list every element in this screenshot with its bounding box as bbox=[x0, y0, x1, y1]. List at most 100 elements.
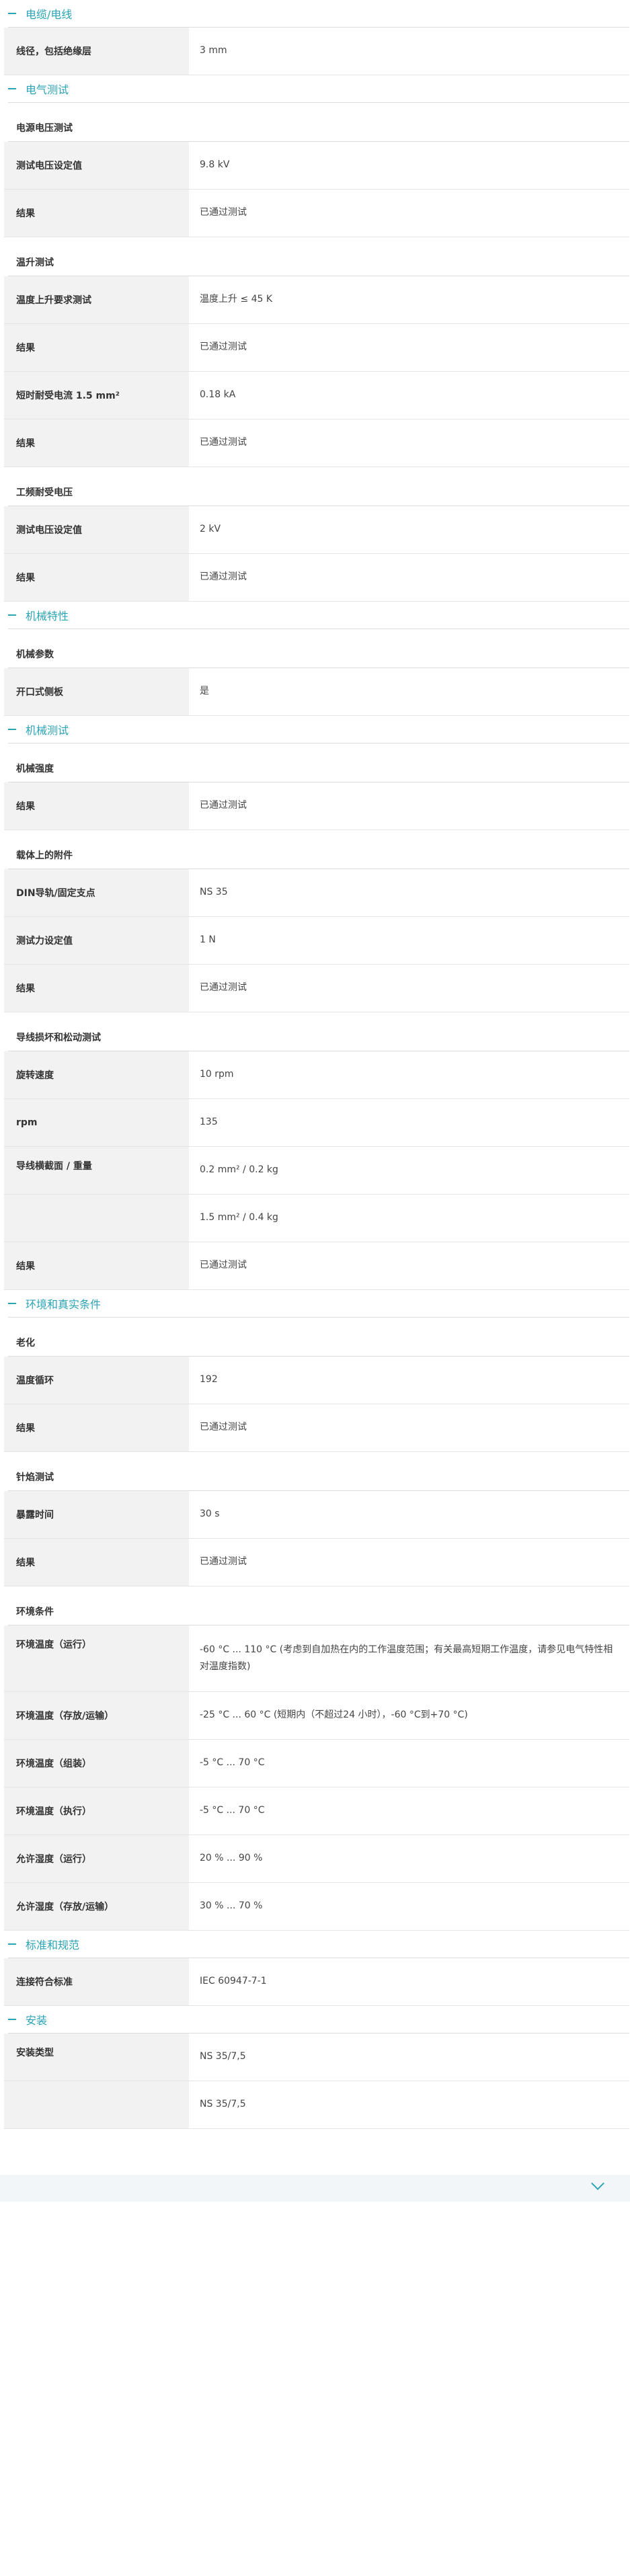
spec-value: 已通过测试 bbox=[200, 437, 247, 448]
spec-value: -5 °C ... 70 °C bbox=[200, 1805, 265, 1816]
spec-label: 旋转速度 bbox=[4, 1051, 189, 1098]
section-title: 标准和规范 bbox=[26, 1939, 80, 1951]
spec-value: 135 bbox=[200, 1117, 218, 1128]
collapse-dash-icon bbox=[8, 729, 16, 730]
spec-label: 测试电压设定值 bbox=[4, 506, 189, 553]
spec-section: 电缆/电线 线径，包括绝缘层 3 mm bbox=[4, 0, 629, 75]
spec-label: 温度循环 bbox=[4, 1357, 189, 1404]
spec-label: rpm bbox=[4, 1099, 189, 1146]
spec-value: 已通过测试 bbox=[200, 1422, 247, 1433]
spec-row: 结果 已通过测试 bbox=[4, 1242, 629, 1290]
spec-label: 结果 bbox=[4, 324, 189, 371]
spec-label bbox=[4, 2081, 189, 2128]
group-subheading: 老化 bbox=[4, 1318, 629, 1356]
group-subheading-label: 电源电压测试 bbox=[16, 123, 73, 134]
spec-row: 测试力设定值 1 N bbox=[4, 917, 629, 965]
group-subheading: 载体上的附件 bbox=[4, 830, 629, 869]
spec-row: 环境温度（存放/运输） -25 °C ... 60 °C (短期内（不超过24 小… bbox=[4, 1692, 629, 1740]
spec-value: 1.5 mm² / 0.4 kg bbox=[200, 1212, 278, 1223]
spec-label: DIN导轨/固定支点 bbox=[4, 869, 189, 916]
spec-row: 温度循环 192 bbox=[4, 1357, 629, 1404]
section-header[interactable]: 环境和真实条件 bbox=[4, 1290, 629, 1317]
section-header[interactable]: 机械测试 bbox=[4, 716, 629, 743]
spec-label: 测试力设定值 bbox=[4, 917, 189, 964]
section-header[interactable]: 安装 bbox=[4, 2006, 629, 2033]
group-subheading-label: 导线损坏和松动测试 bbox=[16, 1033, 101, 1043]
spec-label: 结果 bbox=[4, 554, 189, 601]
section-title: 机械测试 bbox=[26, 724, 69, 737]
spec-label: 允许湿度（存放/运输） bbox=[4, 1883, 189, 1930]
chevron-down-icon[interactable] bbox=[591, 2177, 604, 2190]
spec-value: 192 bbox=[200, 1374, 218, 1385]
collapse-dash-icon bbox=[8, 2019, 16, 2020]
group-subheading: 温升测试 bbox=[4, 237, 629, 276]
spec-label bbox=[4, 1195, 189, 1242]
section-title: 电缆/电线 bbox=[26, 8, 73, 21]
footer-bar bbox=[0, 2175, 630, 2202]
spec-label: 结果 bbox=[4, 419, 189, 467]
section-header[interactable]: 机械特性 bbox=[4, 602, 629, 629]
spec-row: 温度上升要求测试 温度上升 ≤ 45 K bbox=[4, 276, 629, 324]
spec-label: 环境温度（组装） bbox=[4, 1740, 189, 1787]
spec-label: 结果 bbox=[4, 190, 189, 237]
spec-row: 结果 已通过测试 bbox=[4, 965, 629, 1012]
spec-section: 机械测试 机械强度 结果 已通过测试 载体上的附件 DIN导轨/固定支点 NS 35 测试力设… bbox=[4, 716, 629, 1290]
spec-section: 机械特性 机械参数 开口式侧板是 bbox=[4, 602, 629, 716]
spec-label: 允许湿度（运行） bbox=[4, 1835, 189, 1882]
group-subheading: 机械参数 bbox=[4, 629, 629, 668]
spec-value: IEC 60947-7-1 bbox=[200, 1976, 267, 1987]
spec-value: 0.18 kA bbox=[200, 389, 236, 401]
section-header[interactable]: 电气测试 bbox=[4, 75, 629, 102]
spec-value: 温度上升 ≤ 45 K bbox=[200, 294, 273, 305]
collapse-dash-icon bbox=[8, 1303, 16, 1304]
section-title: 环境和真实条件 bbox=[26, 1298, 102, 1311]
spec-value: NS 35/7,5 bbox=[200, 2051, 246, 2062]
spec-row: 测试电压设定值 2 kV bbox=[4, 506, 629, 554]
spec-row: rpm 135 bbox=[4, 1099, 629, 1147]
spec-row: 结果 已通过测试 bbox=[4, 554, 629, 602]
spec-value: 已通过测试 bbox=[200, 207, 247, 218]
section-title: 电气测试 bbox=[26, 83, 69, 96]
spec-value: 3 mm bbox=[200, 45, 227, 56]
spec-value: 0.2 mm² / 0.2 kg bbox=[200, 1164, 278, 1176]
spec-row: 允许湿度（存放/运输） 30 % ... 70 % bbox=[4, 1883, 629, 1931]
spec-section: 电气测试 电源电压测试 测试电压设定值 9.8 kV 结果 已通过测试 温升测试 温度上升要求… bbox=[4, 75, 629, 602]
spec-row: DIN导轨/固定支点 NS 35 bbox=[4, 869, 629, 917]
spec-value: -60 °C ... 110 °C (考虑到自加热在内的工作温度范围；有关最高短… bbox=[200, 1644, 613, 1672]
spec-value: 已通过测试 bbox=[200, 800, 247, 811]
group-subheading: 电源电压测试 bbox=[4, 103, 629, 141]
spec-label: 结果 bbox=[4, 1242, 189, 1289]
group-subheading-label: 温升测试 bbox=[16, 257, 54, 268]
spec-label: 导线横截面 / 重量 bbox=[4, 1147, 189, 1194]
spec-value: 已通过测试 bbox=[200, 982, 247, 994]
group-subheading: 环境条件 bbox=[4, 1586, 629, 1625]
group-subheading-label: 机械参数 bbox=[16, 649, 54, 660]
spec-label: 结果 bbox=[4, 782, 189, 830]
spec-value: NS 35 bbox=[200, 887, 228, 898]
spec-row: 安装类型 NS 35/7,5 bbox=[4, 2034, 629, 2081]
spec-row: 1.5 mm² / 0.4 kg bbox=[4, 1195, 629, 1242]
spec-label: 连接符合标准 bbox=[4, 1958, 189, 2005]
spec-row: 环境温度（运行） -60 °C ... 110 °C (考虑到自加热在内的工作温度… bbox=[4, 1625, 629, 1692]
group-subheading-label: 针焰测试 bbox=[16, 1472, 54, 1483]
spec-row: 环境温度（组装） -5 °C ... 70 °C bbox=[4, 1740, 629, 1787]
spec-value: -25 °C ... 60 °C (短期内（不超过24 小时），-60 °C到+… bbox=[200, 1709, 468, 1721]
spec-value: 30 % ... 70 % bbox=[200, 1900, 263, 1912]
spec-label: 环境温度（存放/运输） bbox=[4, 1692, 189, 1739]
spec-value: 已通过测试 bbox=[200, 571, 247, 583]
spec-row: 导线横截面 / 重量 0.2 mm² / 0.2 kg bbox=[4, 1147, 629, 1195]
spec-row: 允许湿度（运行） 20 % ... 90 % bbox=[4, 1835, 629, 1883]
section-title: 安装 bbox=[26, 2014, 48, 2027]
section-header[interactable]: 标准和规范 bbox=[4, 1931, 629, 1958]
spec-label: 安装类型 bbox=[4, 2034, 189, 2081]
spec-label: 结果 bbox=[4, 1539, 189, 1586]
section-header[interactable]: 电缆/电线 bbox=[4, 0, 629, 27]
spec-row: NS 35/7,5 bbox=[4, 2081, 629, 2129]
group-subheading-label: 环境条件 bbox=[16, 1607, 54, 1617]
spec-label: 环境温度（执行） bbox=[4, 1787, 189, 1835]
collapse-dash-icon bbox=[8, 1943, 16, 1945]
spec-value: 2 kV bbox=[200, 524, 221, 535]
spec-row: 短时耐受电流 1.5 mm² 0.18 kA bbox=[4, 372, 629, 419]
spec-row: 结果 已通过测试 bbox=[4, 324, 629, 372]
group-subheading: 针焰测试 bbox=[4, 1452, 629, 1490]
